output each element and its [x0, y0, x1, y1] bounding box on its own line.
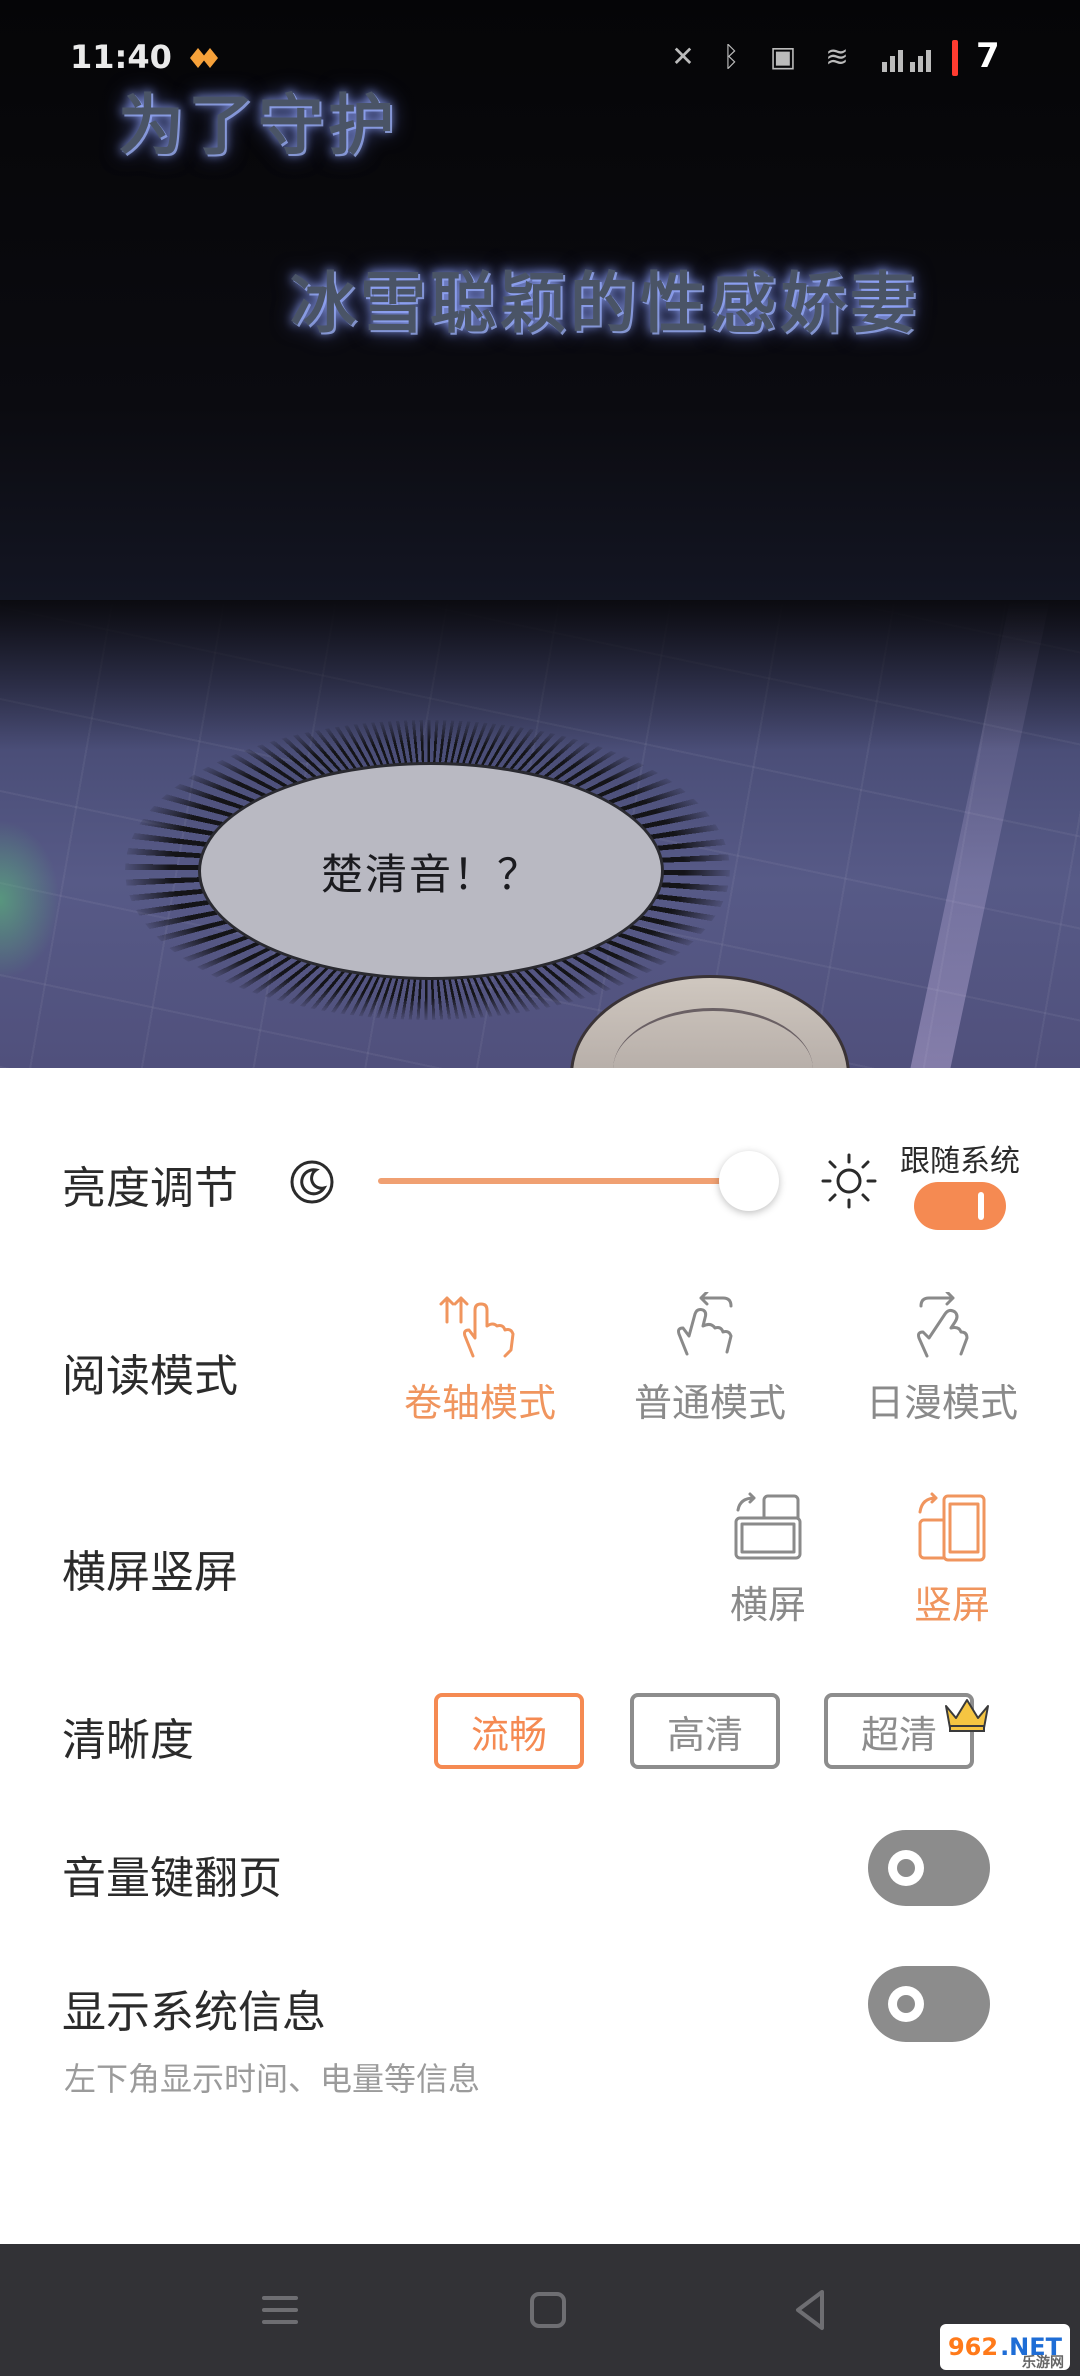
clarity-smooth-button[interactable]: 流畅: [434, 1693, 584, 1769]
toggle-knob: [978, 1192, 984, 1220]
toggle-knob: [888, 1850, 924, 1886]
site-watermark: 962 .NET 乐游网: [940, 2324, 1070, 2371]
follow-system-label: 跟随系统: [900, 1144, 1020, 1179]
show-system-info-hint: 左下角显示时间、电量等信息: [64, 2060, 481, 2098]
sun-icon: [821, 1153, 877, 1209]
scroll-swipe-up-icon: [439, 1296, 515, 1358]
orientation-portrait[interactable]: 竖屏: [862, 1490, 1042, 1629]
reading-mode-scroll-label: 卷轴模式: [403, 1381, 556, 1425]
volume-key-page-toggle[interactable]: [868, 1830, 990, 1906]
nfc-icon: ▣: [769, 40, 797, 73]
home-icon[interactable]: [524, 2286, 572, 2334]
wifi-icon: ≋: [825, 40, 849, 73]
menu-icon[interactable]: [256, 2286, 304, 2334]
reading-mode-manga[interactable]: 日漫模式: [852, 1292, 1032, 1427]
brightness-label: 亮度调节: [62, 1163, 238, 1214]
status-time: 11:40: [70, 38, 172, 76]
brightness-slider-thumb[interactable]: [719, 1151, 779, 1211]
back-icon[interactable]: [786, 2286, 834, 2334]
clarity-hd-button[interactable]: 高清: [630, 1693, 780, 1769]
app-notification-icon: [190, 48, 218, 68]
reading-mode-manga-label: 日漫模式: [865, 1381, 1018, 1425]
reading-mode-normal[interactable]: 普通模式: [620, 1292, 800, 1427]
follow-system-toggle[interactable]: [914, 1182, 1006, 1230]
landscape-rotate-icon: [734, 1492, 802, 1560]
portrait-rotate-icon: [918, 1492, 986, 1562]
show-system-info-label: 显示系统信息: [62, 1987, 326, 2038]
reading-mode-scroll[interactable]: 卷轴模式: [390, 1292, 570, 1427]
bluetooth-icon: ᛒ: [722, 40, 740, 73]
orientation-landscape[interactable]: 横屏: [678, 1490, 858, 1629]
reading-mode-normal-label: 普通模式: [633, 1381, 786, 1425]
system-navigation-bar: [0, 2244, 1080, 2376]
battery-low-indicator: [952, 40, 958, 76]
brightness-slider-track[interactable]: [378, 1178, 748, 1184]
watermark-sub: 乐游网: [1022, 2355, 1064, 2371]
comic-page[interactable]: 为了守护 冰雪聪颖的性感娇妻 楚清音！？: [0, 0, 1080, 1068]
signal-icon: [882, 50, 931, 72]
orientation-label: 横屏竖屏: [62, 1547, 238, 1598]
orientation-landscape-label: 横屏: [729, 1583, 806, 1627]
mute-icon: ✕: [671, 40, 695, 73]
speech-bubble: 楚清音！？: [198, 762, 664, 980]
watermark-brand: 962: [947, 2333, 999, 2361]
clarity-label: 清晰度: [62, 1715, 194, 1766]
swipe-right-icon: [917, 1292, 969, 1358]
orientation-portrait-label: 竖屏: [913, 1583, 990, 1627]
status-bar: 11:40 ✕ ᛒ ▣ ≋ 7: [0, 0, 1080, 120]
vip-crown-icon: [945, 1699, 989, 1732]
comic-caption-2: 冰雪聪颖的性感娇妻: [290, 265, 920, 342]
speech-bubble-text: 楚清音！？: [320, 849, 541, 899]
swipe-left-icon: [677, 1292, 733, 1356]
reading-mode-label: 阅读模式: [62, 1351, 238, 1402]
show-system-info-toggle[interactable]: [868, 1966, 990, 2042]
volume-key-page-label: 音量键翻页: [62, 1853, 282, 1904]
battery-level: 7: [976, 36, 1000, 76]
moon-icon: [290, 1160, 334, 1204]
toggle-knob: [888, 1986, 924, 2022]
